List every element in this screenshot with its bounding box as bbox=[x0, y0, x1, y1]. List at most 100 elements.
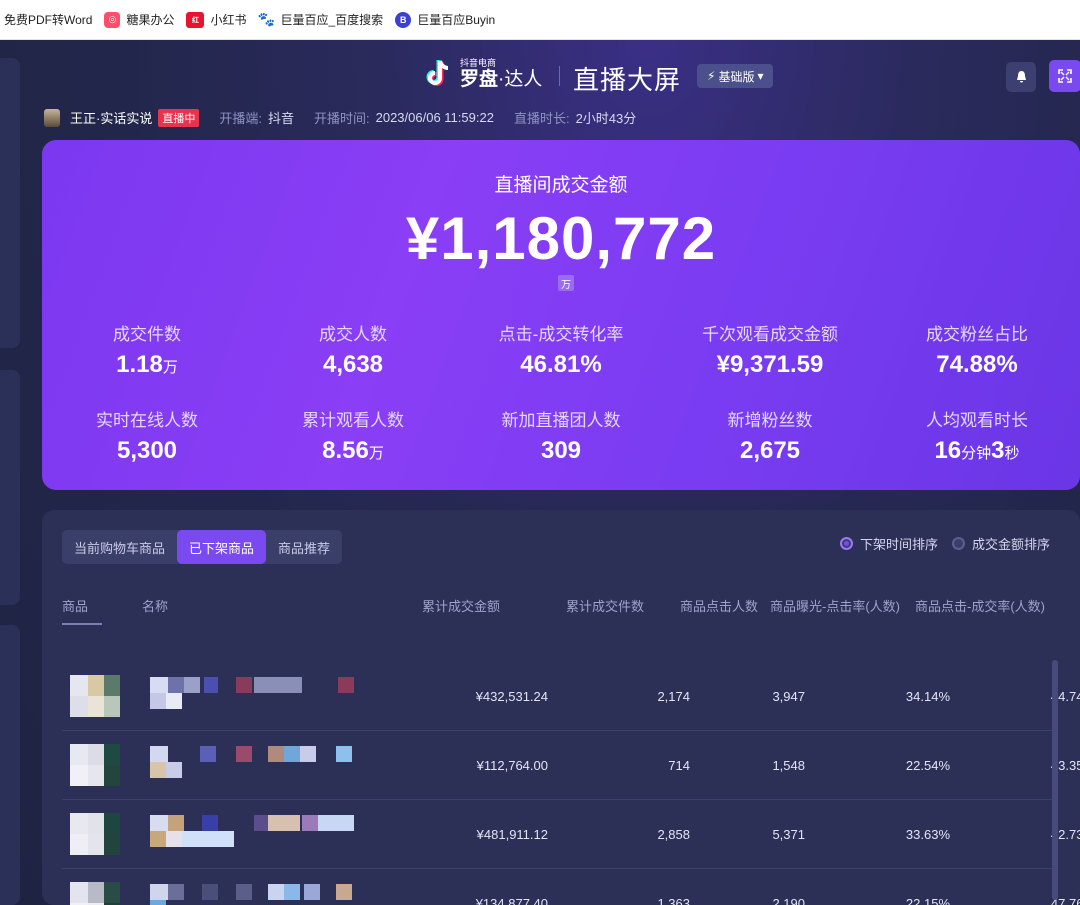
cell-count: 2,174 bbox=[657, 689, 690, 704]
table-scrollbar[interactable] bbox=[1052, 660, 1058, 900]
metric-unit: 万 bbox=[368, 445, 384, 462]
metric-value: 74.88% bbox=[936, 351, 1018, 378]
radio-selected bbox=[839, 537, 853, 550]
metric-new-followers: 新增粉丝数 2,675 bbox=[665, 406, 875, 465]
cell-ctr: 22.15% bbox=[905, 896, 950, 905]
metric-unit: 分钟 bbox=[961, 445, 992, 462]
column-cvr[interactable]: 商品点击-成交率(人数) bbox=[915, 596, 1045, 615]
side-panel-edge bbox=[0, 370, 20, 605]
caret-down-icon: ▾ bbox=[757, 69, 764, 83]
metric-total-viewers: 累计观看人数 8.56万 bbox=[248, 406, 458, 465]
header-divider bbox=[559, 66, 560, 86]
metric-label: 点击-成交转化率 bbox=[498, 325, 624, 344]
status-badge: 直播中 bbox=[158, 108, 200, 127]
cell-amount: ¥432,531.24 bbox=[475, 689, 548, 704]
metric-value: 8.56万 bbox=[248, 437, 458, 465]
metric-avg-watch-time: 人均观看时长 16分钟3秒 bbox=[872, 406, 1080, 465]
cell-amount: ¥481,911.12 bbox=[476, 827, 548, 842]
metric-value: 1.18万 bbox=[42, 351, 252, 379]
product-thumbnail[interactable] bbox=[70, 882, 120, 905]
column-product: 商品 bbox=[62, 599, 89, 614]
lightning-icon: ⚡ bbox=[707, 69, 716, 83]
version-dropdown[interactable]: ⚡ 基础版 ▾ bbox=[697, 64, 774, 88]
cell-clicks: 3,947 bbox=[772, 689, 805, 704]
logo-brand: 罗盘 bbox=[460, 69, 499, 90]
logo-main-text: 罗盘·达人 bbox=[460, 70, 542, 89]
product-tabs: 当前购物车商品 已下架商品 商品推荐 bbox=[62, 530, 343, 564]
douyin-icon bbox=[426, 60, 449, 86]
table-row[interactable]: ¥112,764.00 714 1,548 22.54% 43.35% bbox=[62, 731, 1080, 800]
cell-count: 1,363 bbox=[657, 896, 690, 905]
product-panel: 当前购物车商品 已下架商品 商品推荐 下架时间排序 成交金额排序 商品 名称 累… bbox=[42, 510, 1080, 905]
bookmark-buyin[interactable]: B 巨量百应Buyin bbox=[395, 11, 495, 28]
streamer-name: 王正·实话实说 bbox=[70, 111, 153, 126]
bell-icon bbox=[1016, 71, 1026, 83]
metric-label: 成交件数 bbox=[113, 325, 181, 344]
logo-sub: ·达人 bbox=[498, 69, 543, 90]
metric-conversion-rate: 点击-成交转化率 46.81% bbox=[456, 320, 666, 379]
bookmark-tangguo[interactable]: ◎ 糖果办公 bbox=[104, 11, 174, 28]
tab-delisted[interactable]: 已下架商品 bbox=[177, 530, 267, 564]
column-ctr[interactable]: 商品曝光-点击率(人数) bbox=[770, 596, 900, 615]
radio-label: 下架时间排序 bbox=[859, 537, 938, 552]
metric-unit: 万 bbox=[162, 359, 178, 376]
unit-toggle-wan[interactable]: 万 bbox=[558, 275, 574, 291]
start-time-value: 2023/06/06 11:59:22 bbox=[375, 110, 494, 125]
metric-number: 8.56 bbox=[322, 437, 369, 464]
table-row[interactable]: ¥481,911.12 2,858 5,371 33.63% 42.73% bbox=[62, 800, 1080, 869]
metric-number: 16 bbox=[934, 437, 962, 464]
metric-label: 实时在线人数 bbox=[96, 411, 198, 430]
column-clicks[interactable]: 商品点击人数 bbox=[680, 596, 758, 615]
cell-count: 2,858 bbox=[657, 827, 690, 842]
table-row[interactable]: ¥432,531.24 2,174 3,947 34.14% 44.74% bbox=[62, 662, 1080, 731]
platform-label: 开播端: bbox=[219, 111, 262, 126]
bookmark-label: 免费PDF转Word bbox=[4, 13, 93, 27]
sort-options: 下架时间排序 成交金额排序 bbox=[839, 534, 1050, 553]
avatar[interactable] bbox=[44, 108, 60, 127]
cell-ctr: 34.14% bbox=[905, 689, 950, 704]
tab-recommended[interactable]: 商品推荐 bbox=[266, 530, 342, 564]
tab-current-cart[interactable]: 当前购物车商品 bbox=[62, 530, 177, 564]
metric-label: 成交粉丝占比 bbox=[926, 325, 1028, 344]
metric-fan-ratio: 成交粉丝占比 74.88% bbox=[872, 320, 1080, 379]
bookmark-baidu[interactable]: 🐾 巨量百应_百度搜索 bbox=[258, 11, 383, 28]
live-dashboard: 抖音电商 罗盘·达人 直播大屏 ⚡ 基础版 ▾ 王正·实话实说 直播中 开播端:… bbox=[0, 40, 1080, 905]
cell-ctr: 22.54% bbox=[905, 758, 950, 773]
metric-value: 16分钟3秒 bbox=[872, 437, 1080, 465]
bookmark-xiaohongshu[interactable]: 红 小红书 bbox=[186, 11, 247, 28]
table-row[interactable]: ¥134,877.40 1,363 2,190 22.15% 47.76% bbox=[62, 869, 1080, 905]
cell-clicks: 2,190 bbox=[772, 896, 805, 905]
metric-online-viewers: 实时在线人数 5,300 bbox=[42, 406, 252, 465]
metric-unit: 秒 bbox=[1004, 445, 1020, 462]
notification-button[interactable] bbox=[1006, 62, 1036, 92]
metric-number: 3 bbox=[991, 437, 1005, 464]
side-panel-edge bbox=[0, 625, 20, 905]
bookmark-label: 糖果办公 bbox=[126, 13, 175, 27]
cell-ctr: 33.63% bbox=[905, 827, 950, 842]
product-thumbnail[interactable] bbox=[70, 813, 120, 855]
metric-number: 1.18 bbox=[116, 351, 163, 378]
column-total-amount[interactable]: 累计成交金额 bbox=[422, 596, 500, 615]
table-header: 商品 名称 累计成交金额 累计成交件数 商品点击人数 商品曝光-点击率(人数) … bbox=[62, 596, 1060, 620]
product-thumbnail[interactable] bbox=[70, 744, 120, 786]
cell-count: 714 bbox=[668, 758, 690, 773]
fullscreen-icon bbox=[1058, 69, 1072, 83]
radio-label: 成交金额排序 bbox=[971, 537, 1050, 552]
sort-by-delist-time[interactable]: 下架时间排序 bbox=[839, 534, 938, 553]
sort-by-amount[interactable]: 成交金额排序 bbox=[951, 534, 1050, 553]
column-total-count[interactable]: 累计成交件数 bbox=[566, 596, 644, 615]
metric-value: 5,300 bbox=[116, 437, 178, 464]
stream-info-row: 王正·实话实说 直播中 开播端: 抖音 开播时间: 2023/06/06 11:… bbox=[44, 108, 656, 127]
radio-unselected bbox=[951, 537, 965, 550]
product-thumbnail[interactable] bbox=[70, 675, 120, 717]
fullscreen-button[interactable] bbox=[1049, 60, 1080, 92]
metric-gpm: 千次观看成交金额 ¥9,371.59 bbox=[665, 320, 875, 379]
start-time-label: 开播时间: bbox=[313, 111, 370, 126]
metric-label: 成交人数 bbox=[319, 325, 387, 344]
metric-label: 新加直播团人数 bbox=[501, 411, 621, 430]
metric-new-fan-club: 新加直播团人数 309 bbox=[456, 406, 666, 465]
bookmark-pdf-word[interactable]: 免费PDF转Word bbox=[4, 11, 92, 28]
version-label: 基础版 bbox=[718, 69, 755, 84]
bookmark-label: 小红书 bbox=[210, 13, 247, 27]
side-panel-edge bbox=[0, 58, 20, 348]
